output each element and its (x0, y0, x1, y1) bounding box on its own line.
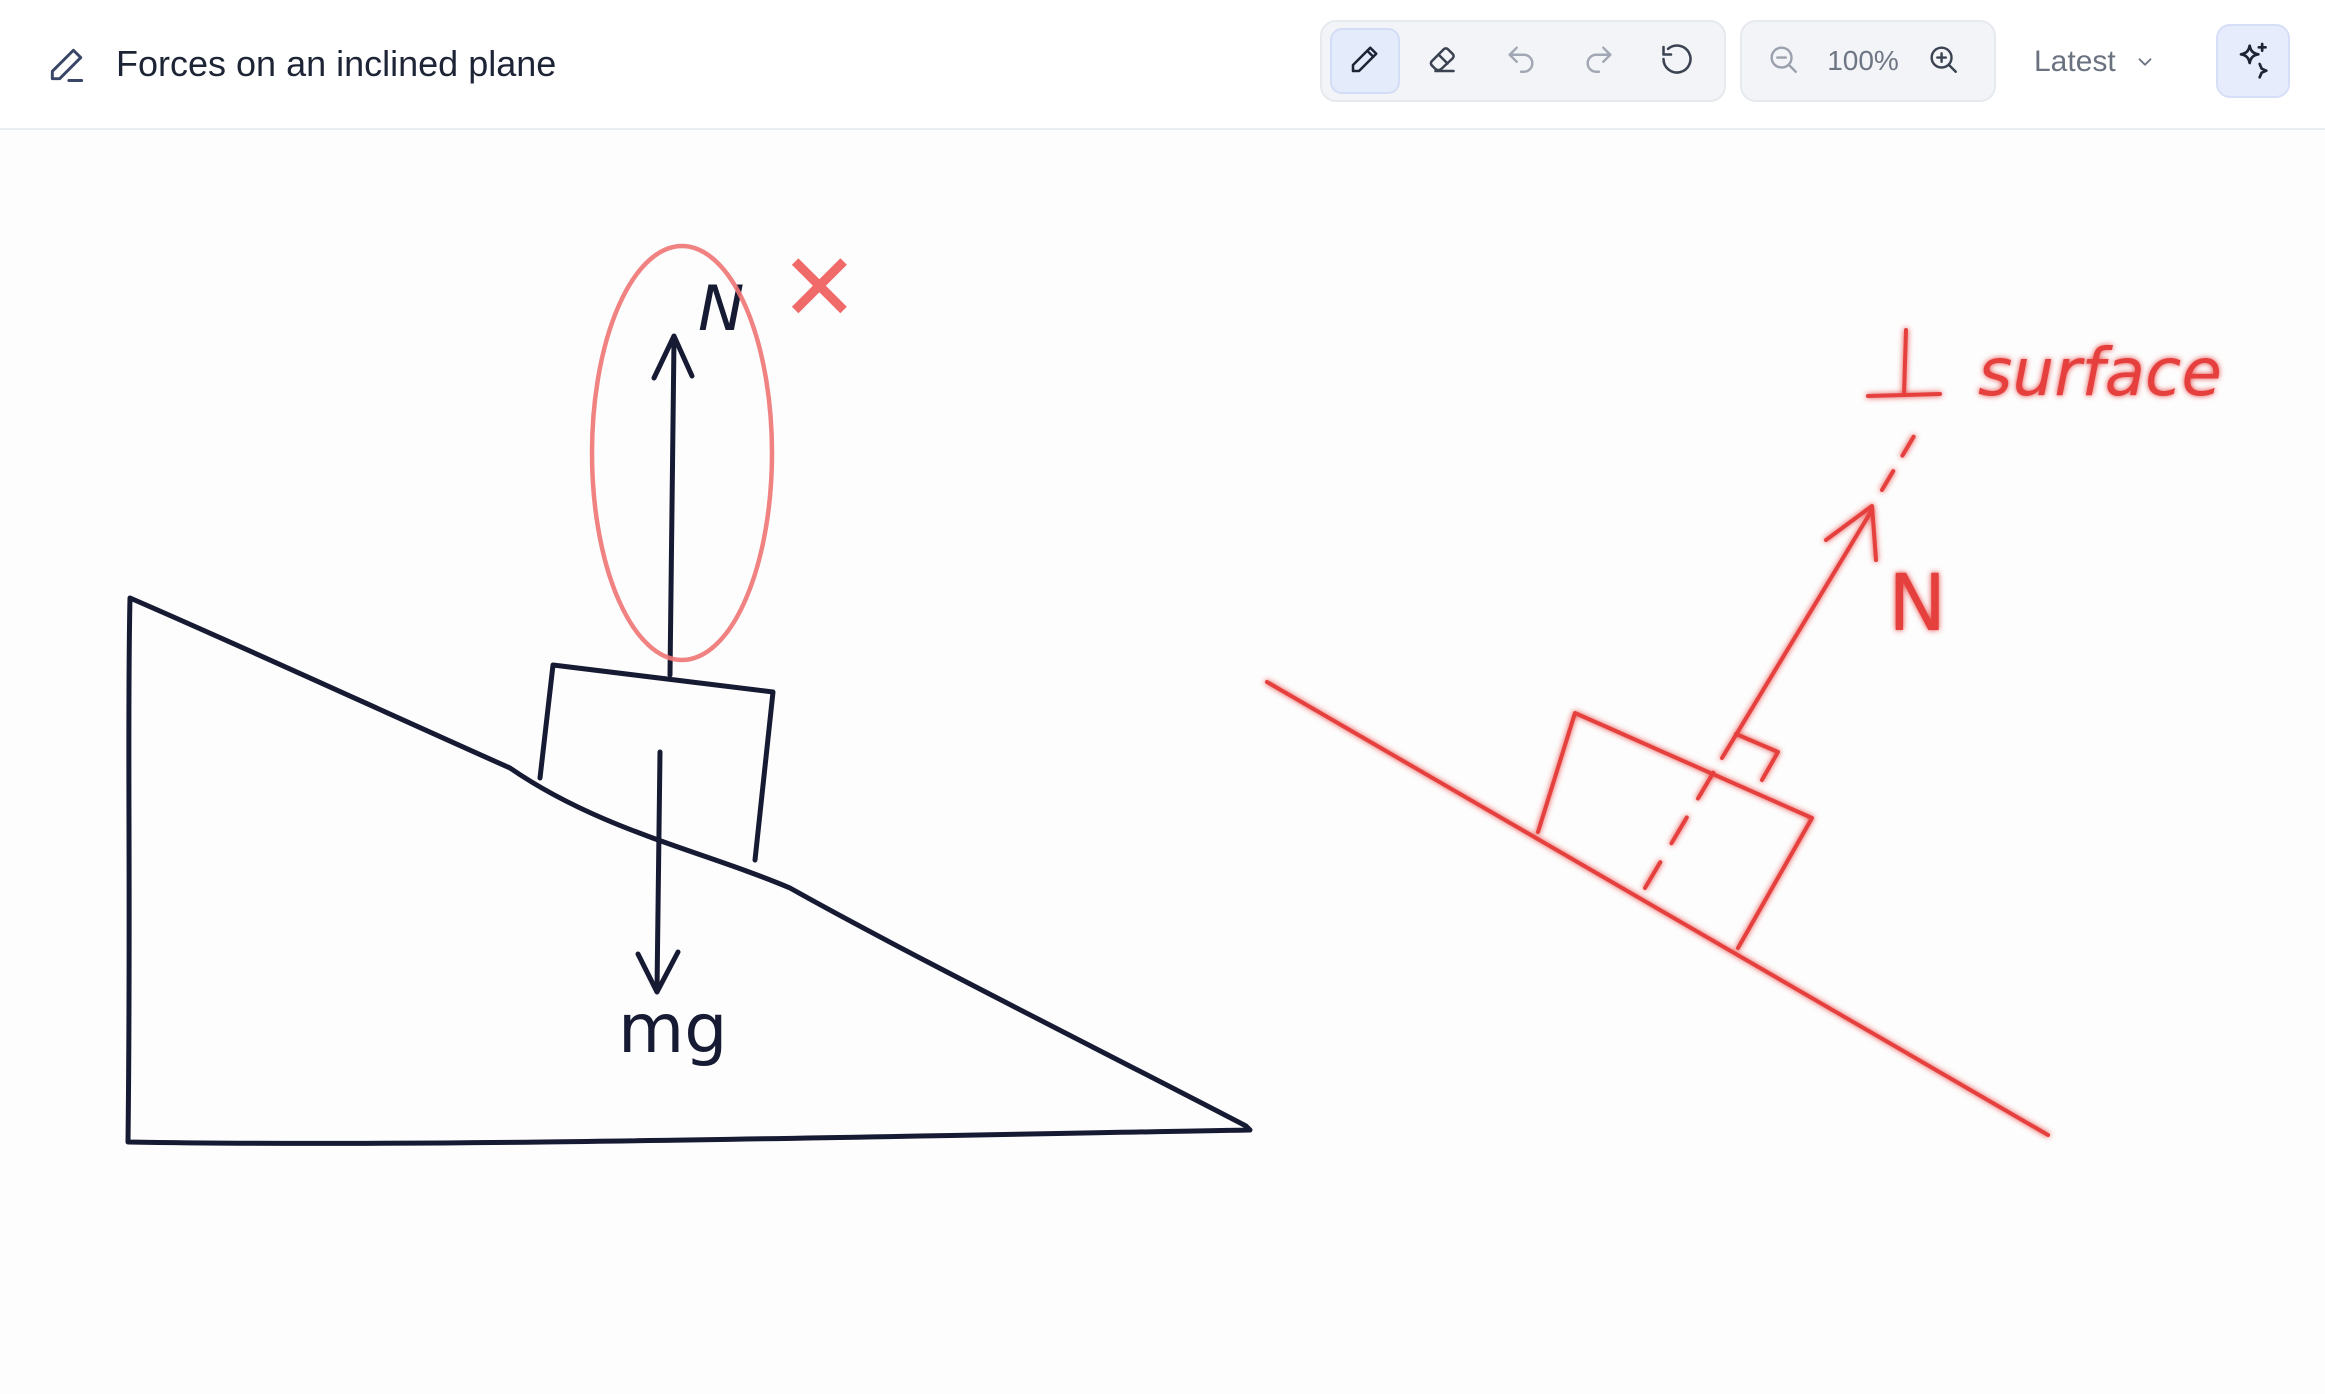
reset-button[interactable] (1642, 28, 1712, 94)
left-normal-label: N (698, 272, 744, 345)
perpendicular-dashes (1643, 756, 1724, 890)
right-normal-label: N (1888, 559, 1946, 649)
app-window: Forces on an inclined plane 100% Latest … (0, 0, 2325, 1394)
eraser-icon (1425, 41, 1461, 82)
normal-extension-dashes (1880, 424, 1922, 492)
version-dropdown[interactable]: Latest (2034, 34, 2156, 90)
version-label: Latest (2034, 45, 2116, 78)
pen-icon (1347, 41, 1383, 82)
sparkle-icon (2233, 39, 2273, 84)
perp-symbol-base (1866, 392, 1942, 398)
zoom-controls: 100% (1740, 20, 1996, 102)
right-diagram (1265, 328, 2050, 1137)
right-normal-arrow (1720, 508, 1874, 760)
block (537, 662, 776, 863)
title-area: Forces on an inclined plane (44, 34, 556, 94)
zoom-level: 100% (1827, 45, 1899, 76)
perp-symbol-stroke (1902, 328, 1908, 397)
zoom-in-icon (1926, 42, 1960, 81)
top-bar: Forces on an inclined plane 100% Latest (0, 0, 2325, 130)
zoom-in-button[interactable] (1912, 28, 1974, 94)
redo-button[interactable] (1564, 28, 1634, 94)
ai-assist-button[interactable] (2216, 24, 2290, 98)
undo-button[interactable] (1486, 28, 1556, 94)
wrong-mark: ✕ (780, 234, 859, 343)
undo-icon (1504, 42, 1538, 81)
correction-ellipse (589, 243, 775, 663)
normal-force-arrow (667, 337, 677, 678)
left-weight-label: mg (618, 990, 727, 1069)
page-title[interactable]: Forces on an inclined plane (116, 43, 556, 85)
reset-icon (1659, 41, 1695, 82)
zoom-out-button[interactable] (1752, 28, 1814, 94)
eraser-tool-button[interactable] (1408, 28, 1478, 94)
edit-pen-icon[interactable] (44, 41, 90, 87)
perp-surface-label: surface (1978, 334, 2222, 411)
zoom-out-icon (1766, 42, 1800, 81)
chevron-down-icon (2134, 51, 2156, 73)
weight-arrow (654, 749, 663, 993)
drawing-canvas[interactable]: N mg ✕ N surface (0, 130, 2325, 1394)
drawing-tools (1320, 20, 1726, 102)
right-angle-marker (1734, 732, 1780, 782)
pen-tool-button[interactable] (1330, 28, 1400, 94)
redo-icon (1582, 42, 1616, 81)
